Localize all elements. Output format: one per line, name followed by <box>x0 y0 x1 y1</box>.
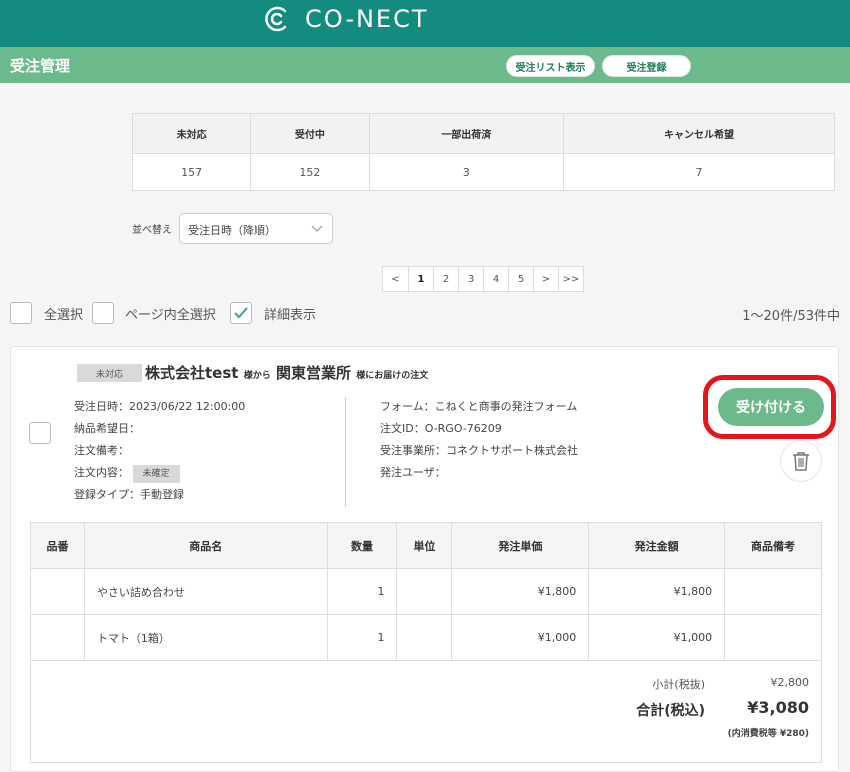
trash-icon <box>793 452 809 471</box>
order-register-button[interactable]: 受注登録 <box>602 55 691 77</box>
top-bar: CO-NECT <box>0 0 850 47</box>
page-last[interactable]: >> <box>558 267 583 291</box>
page-prev[interactable]: < <box>383 267 408 291</box>
subtotal-label: 小計(税抜) <box>652 678 705 691</box>
company-name: 株式会社test <box>145 364 239 382</box>
totals-box: 小計(税抜) ¥2,800 合計(税込) ¥3,080 (内消費税等 ¥280) <box>30 660 822 763</box>
sort-label: 並べ替え <box>132 225 172 236</box>
item-name: トマト（1箱） <box>83 614 328 661</box>
order-date: 受注日時：2023/06/22 12:00:00 <box>74 400 246 413</box>
order-list-button[interactable]: 受注リスト表示 <box>506 55 595 77</box>
order-note: 注文備考： <box>74 444 129 457</box>
register-type: 登録タイプ：手動登録 <box>74 488 184 501</box>
item-code <box>30 568 85 615</box>
sort-value: 受注日時（降順） <box>188 224 276 237</box>
order-checkbox[interactable] <box>29 422 51 444</box>
status-badge: 未対応 <box>77 364 142 382</box>
item-code <box>30 614 85 661</box>
stat-header: 未対応 <box>131 113 252 154</box>
receiving-office: 受注事業所：コネクトサポート株式会社 <box>380 444 578 457</box>
page-5[interactable]: 5 <box>508 267 533 291</box>
col-header: 商品備考 <box>724 522 822 569</box>
col-header: 商品名 <box>83 522 328 569</box>
page-4[interactable]: 4 <box>483 267 508 291</box>
order-content: 注文内容： 未確定 <box>74 462 245 484</box>
col-header: 数量 <box>326 522 398 569</box>
select-all-label: 全選択 <box>44 308 84 323</box>
logo-text: CO-NECT <box>305 5 429 33</box>
stat-value[interactable]: 7 <box>563 153 835 191</box>
total-value: ¥3,080 <box>747 698 809 717</box>
item-amount: ¥1,800 <box>588 568 726 615</box>
item-unit-price: ¥1,000 <box>451 614 590 661</box>
item-note <box>724 614 822 661</box>
total-label: 合計(税込) <box>636 703 705 719</box>
item-note <box>724 568 822 615</box>
stat-value[interactable]: 157 <box>131 153 252 191</box>
page-next[interactable]: > <box>533 267 558 291</box>
col-header: 発注単価 <box>451 522 590 569</box>
sort-select[interactable]: 受注日時（降順） <box>179 213 333 244</box>
check-icon <box>234 307 248 319</box>
order-items-table: 品番 商品名 数量 単位 発注単価 発注金額 商品備考 やさい詰め合わせ 1 ¥… <box>30 522 822 661</box>
table-row: トマト（1箱） 1 ¥1,000 ¥1,000 <box>30 614 822 661</box>
page-1[interactable]: 1 <box>408 267 433 291</box>
item-unit <box>396 568 453 615</box>
content-label: 注文内容： <box>74 466 129 479</box>
delete-button[interactable] <box>780 440 822 482</box>
item-name: やさい詰め合わせ <box>83 568 328 615</box>
order-title: 株式会社test 様から 関東営業所 様にお届けの注文 <box>145 362 428 383</box>
page-title: 受注管理 <box>10 57 71 75</box>
sub-header: 受注管理 受注リスト表示 受注登録 <box>0 47 850 83</box>
item-qty: 1 <box>326 568 398 615</box>
page-3[interactable]: 3 <box>458 267 483 291</box>
order-info-right: フォーム：こねくと商事の発注フォーム 注文ID：O-RGO-76209 受注事業… <box>380 396 585 484</box>
tax-note: (内消費税等 ¥280) <box>727 729 809 739</box>
logo-icon <box>265 6 287 32</box>
office-name: 関東営業所 <box>275 364 351 382</box>
page-2[interactable]: 2 <box>433 267 458 291</box>
select-page-checkbox[interactable] <box>92 302 114 324</box>
item-unit <box>396 614 453 661</box>
select-all-checkbox[interactable] <box>10 302 32 324</box>
stat-value[interactable]: 152 <box>250 153 370 191</box>
order-id: 注文ID：O-RGO-76209 <box>380 422 502 435</box>
order-form: フォーム：こねくと商事の発注フォーム <box>380 400 578 413</box>
accept-highlight: 受け付ける <box>703 375 836 439</box>
detail-view-label: 詳細表示 <box>264 308 317 323</box>
divider <box>345 397 346 507</box>
ordering-user: 発注ユーザ： <box>380 466 446 479</box>
subtotal-value: ¥2,800 <box>770 676 810 689</box>
item-qty: 1 <box>326 614 398 661</box>
stat-value[interactable]: 3 <box>368 153 565 191</box>
detail-view-checkbox[interactable] <box>230 302 252 324</box>
result-count: 1〜20件/53件中 <box>742 309 840 324</box>
stat-header: 一部出荷済 <box>368 113 565 154</box>
content-badge: 未確定 <box>132 465 180 483</box>
col-header: 品番 <box>30 522 85 569</box>
from-suffix: 様から <box>243 371 271 381</box>
item-amount: ¥1,000 <box>588 614 726 661</box>
col-header: 発注金額 <box>588 522 726 569</box>
status-summary-table: 未対応 受付中 一部出荷済 キャンセル希望 157 152 3 7 <box>131 113 835 191</box>
order-card: 未対応 株式会社test 様から 関東営業所 様にお届けの注文 受注日時：202… <box>10 346 839 772</box>
item-unit-price: ¥1,800 <box>451 568 590 615</box>
chevron-down-icon <box>311 225 323 232</box>
select-page-label: ページ内全選択 <box>125 308 216 323</box>
order-info-left: 受注日時：2023/06/22 12:00:00 納品希望日： 注文備考： 注文… <box>74 396 245 506</box>
col-header: 単位 <box>396 522 453 569</box>
accept-button[interactable]: 受け付ける <box>718 388 824 426</box>
stat-header: 受付中 <box>250 113 370 154</box>
table-row: やさい詰め合わせ 1 ¥1,800 ¥1,800 <box>30 568 822 615</box>
stat-header: キャンセル希望 <box>563 113 835 154</box>
app-logo[interactable]: CO-NECT <box>261 4 429 34</box>
delivery-date: 納品希望日： <box>74 422 140 435</box>
to-suffix: 様にお届けの注文 <box>356 371 429 381</box>
pagination: < 1 2 3 4 5 > >> <box>382 266 584 292</box>
